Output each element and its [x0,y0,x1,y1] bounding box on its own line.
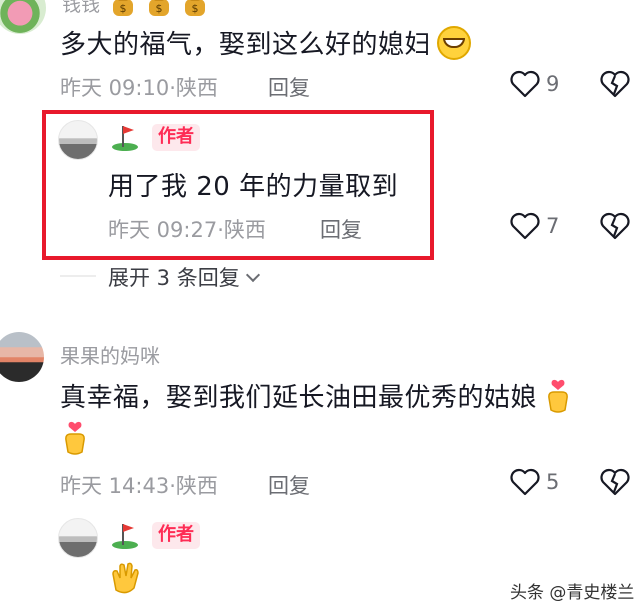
meta-separator: · [169,76,176,100]
golf-flag-icon [112,126,138,151]
broken-heart-icon [600,70,630,98]
reply-button[interactable]: 回复 [320,214,362,244]
golf-flag-icon [112,524,138,549]
timestamp: 昨天 09:10 [60,76,170,100]
avatar[interactable] [0,0,46,34]
chevron-down-icon [245,267,260,283]
location: 陕西 [223,218,266,242]
broken-heart-icon [600,468,630,496]
like-count: 9 [546,72,560,96]
expand-label: 展开 3 条回复 [108,266,240,290]
clapping-hands-icon [112,562,139,594]
finger-heart-icon [65,421,85,455]
avatar[interactable] [58,518,98,558]
timestamp: 昨天 14:43 [60,474,170,498]
finger-heart-icon [548,379,568,413]
reply-button[interactable]: 回复 [268,72,310,102]
comment-body[interactable]: 用了我 20 年的力量取到 [108,166,398,203]
location: 陕西 [175,474,218,498]
heart-icon [510,212,540,240]
svg-text:$: $ [120,2,127,15]
watermark: 头条 @青史楼兰 [510,583,635,603]
like-count: 7 [546,214,560,238]
money-bag-icon: $ [185,0,206,16]
svg-text:$: $ [156,2,163,15]
avatar[interactable] [58,120,98,160]
timestamp: 昨天 09:27 [108,218,218,242]
heart-icon [510,468,540,496]
money-bag-icon: $ [149,0,170,16]
money-bag-icon: $ [113,0,134,16]
meta-separator: · [169,474,176,498]
location: 陕西 [175,76,218,100]
comment-body[interactable]: 多大的福气，娶到这么好的媳妇 [60,24,472,61]
author-badge: 作者 [152,124,200,151]
dislike-button[interactable] [600,70,630,102]
author-badge: 作者 [152,522,200,549]
comment-text: 真幸福，娶到我们延长油田最优秀的姑娘 [60,383,538,413]
username[interactable]: 果果的妈咪 [60,340,160,369]
comment-meta: 昨天 09:10·陕西 [60,72,218,102]
dislike-button[interactable] [600,212,630,244]
like-button[interactable]: 9 [510,70,559,98]
comment-text: 多大的福气，娶到这么好的媳妇 [60,30,432,60]
username-text: 钱钱 [62,0,101,16]
like-button[interactable]: 5 [510,468,559,496]
expand-divider [60,275,96,277]
dislike-button[interactable] [600,468,630,500]
like-button[interactable]: 7 [510,212,559,240]
broken-heart-icon [600,212,630,240]
meta-separator: · [217,218,224,242]
heart-icon [510,70,540,98]
like-count: 5 [546,470,560,494]
expand-replies-button[interactable]: 展开 3 条回复 [108,262,260,292]
reply-button[interactable]: 回复 [268,470,310,500]
svg-text:$: $ [192,2,199,15]
username[interactable]: 钱钱 $ $ $ [62,0,208,17]
comment-body[interactable]: 真幸福，娶到我们延长油田最优秀的姑娘 [60,377,573,414]
comment-meta: 昨天 09:27·陕西 [108,214,266,244]
grinning-face-icon [437,25,472,60]
avatar[interactable] [0,332,44,382]
comment-meta: 昨天 14:43·陕西 [60,470,218,500]
